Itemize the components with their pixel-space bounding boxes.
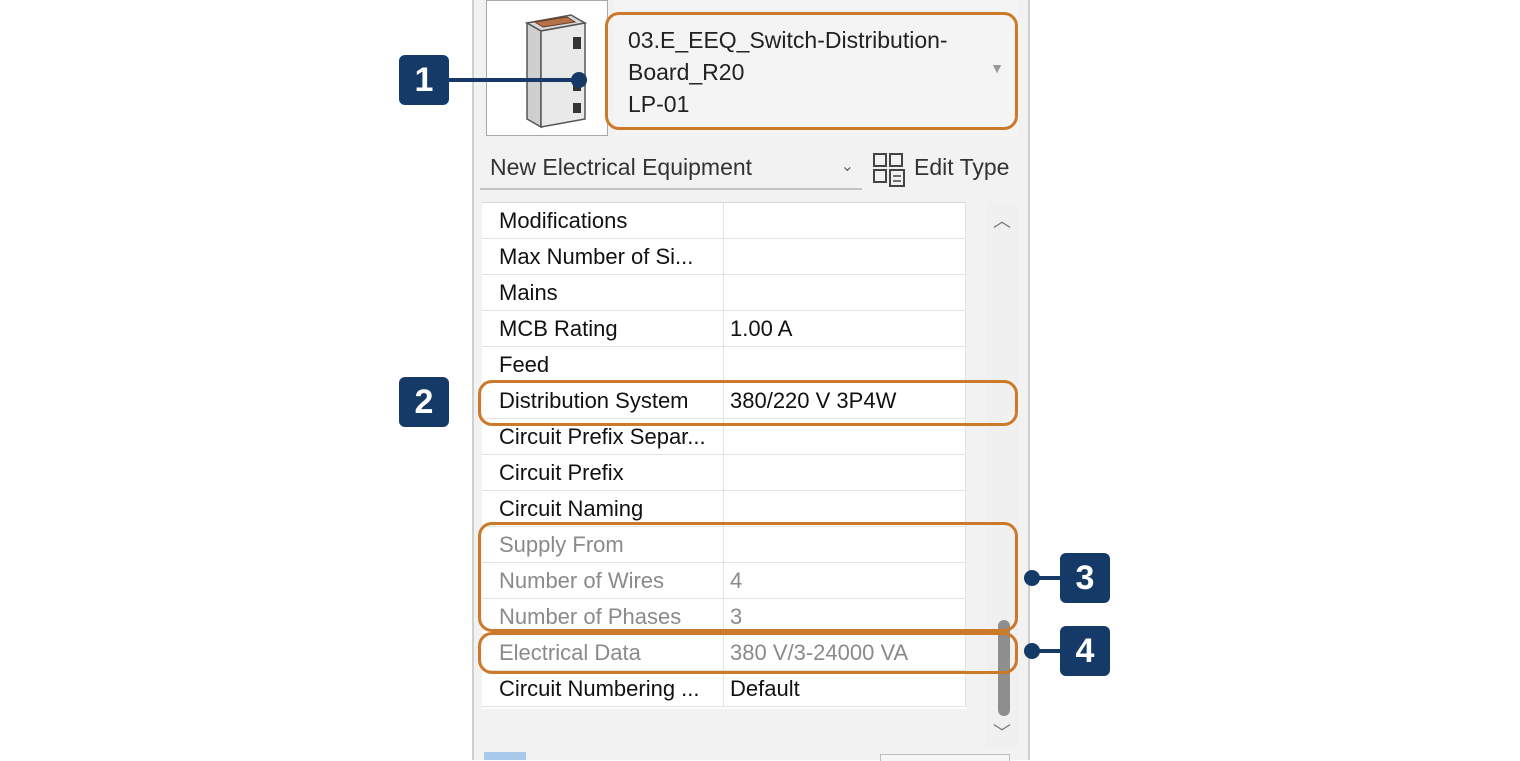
edit-type-icon bbox=[873, 153, 905, 187]
callout-leader-3 bbox=[1036, 576, 1060, 580]
property-row-feed[interactable]: Feed bbox=[482, 347, 966, 383]
property-value[interactable] bbox=[724, 203, 966, 238]
property-name: Modifications bbox=[482, 203, 724, 238]
instance-filter-label: New Electrical Equipment bbox=[490, 154, 753, 180]
property-name: Circuit Naming bbox=[482, 491, 724, 526]
property-value[interactable] bbox=[724, 347, 966, 382]
property-value[interactable]: 1.00 A bbox=[724, 311, 966, 346]
callout-outline-2 bbox=[478, 380, 1018, 426]
callout-dot-1 bbox=[571, 72, 587, 88]
callout-outline-4 bbox=[478, 632, 1018, 674]
property-row-max-number-of-slots[interactable]: Max Number of Si... bbox=[482, 239, 966, 275]
callout-badge-3: 3 bbox=[1060, 553, 1110, 603]
property-row-circuit-prefix[interactable]: Circuit Prefix bbox=[482, 455, 966, 491]
property-name: Circuit Numbering ... bbox=[482, 671, 724, 706]
property-row-mains[interactable]: Mains bbox=[482, 275, 966, 311]
scroll-down-icon[interactable]: ﹀ bbox=[986, 718, 1018, 748]
family-thumbnail bbox=[486, 0, 608, 136]
instance-filter-dropdown[interactable]: New Electrical Equipment ⌄ bbox=[480, 148, 862, 190]
property-value[interactable] bbox=[724, 455, 966, 490]
edit-type-label: Edit Type bbox=[914, 154, 1010, 180]
property-row-modifications[interactable]: Modifications bbox=[482, 203, 966, 239]
property-value[interactable] bbox=[724, 239, 966, 274]
property-row-circuit-numbering[interactable]: Circuit Numbering ... Default bbox=[482, 671, 966, 707]
callout-outline-1 bbox=[605, 12, 1018, 130]
property-value[interactable] bbox=[724, 491, 966, 526]
callout-badge-1: 1 bbox=[399, 55, 449, 105]
property-value[interactable] bbox=[724, 275, 966, 310]
callout-leader-4 bbox=[1036, 649, 1060, 653]
callout-badge-4: 4 bbox=[1060, 626, 1110, 676]
switchboard-icon bbox=[524, 14, 588, 129]
palette-tab[interactable] bbox=[484, 752, 526, 760]
property-row-mcb-rating[interactable]: MCB Rating 1.00 A bbox=[482, 311, 966, 347]
chevron-down-icon[interactable]: ⌄ bbox=[841, 156, 854, 176]
property-name: Feed bbox=[482, 347, 724, 382]
callout-outline-3 bbox=[478, 522, 1018, 632]
callout-badge-2: 2 bbox=[399, 377, 449, 427]
property-name: Circuit Prefix bbox=[482, 455, 724, 490]
property-value[interactable]: Default bbox=[724, 671, 966, 706]
scroll-up-icon[interactable]: ︿ bbox=[986, 206, 1018, 236]
edit-type-button[interactable]: Edit Type bbox=[870, 148, 1020, 190]
property-name: MCB Rating bbox=[482, 311, 724, 346]
callout-leader-1 bbox=[449, 78, 579, 82]
property-name: Mains bbox=[482, 275, 724, 310]
property-name: Max Number of Si... bbox=[482, 239, 724, 274]
